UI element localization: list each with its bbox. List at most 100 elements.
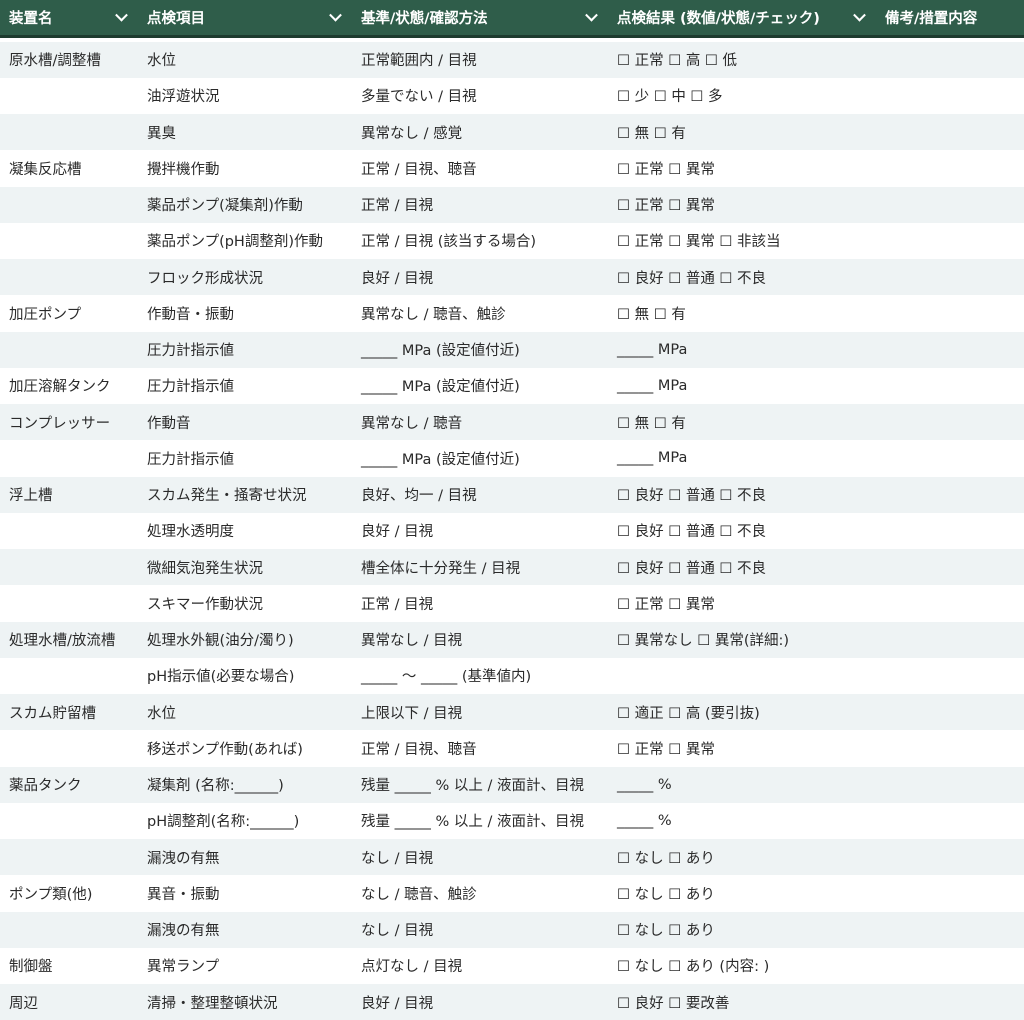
remarks-cell[interactable] xyxy=(876,78,1024,114)
remarks-cell[interactable] xyxy=(876,368,1024,404)
equipment-cell xyxy=(0,332,138,368)
result-cell: ☐ 正常 ☐ 異常 ☐ 非該当 xyxy=(617,234,781,251)
column-header-label: 点検結果 (数値/状態/チェック) xyxy=(617,10,820,27)
result-cell: ☐ なし ☐ あり xyxy=(617,886,715,903)
equipment-cell xyxy=(0,114,138,150)
column-header-label: 装置名 xyxy=(9,10,53,27)
table-row: 処理水透明度 良好 / 目視 ☐ 良好 ☐ 普通 ☐ 不良 xyxy=(0,512,1024,549)
criteria-cell: 槽全体に十分発生 / 目視 xyxy=(361,560,521,577)
column-header-result[interactable]: 点検結果 (数値/状態/チェック) xyxy=(608,0,876,38)
table-row: 周辺 清掃・整理整頓状況 良好 / 目視 ☐ 良好 ☐ 要改善 xyxy=(0,984,1024,1020)
result-cell: ☐ 無 ☐ 有 xyxy=(617,306,686,323)
remarks-cell[interactable] xyxy=(876,839,1024,875)
remarks-cell[interactable] xyxy=(876,477,1024,513)
inspection-item-cell: pH指示値(必要な場合) xyxy=(147,669,295,686)
remarks-cell[interactable] xyxy=(876,114,1024,150)
remarks-cell[interactable] xyxy=(876,42,1024,78)
table-row: 漏洩の有無 なし / 目視 ☐ なし ☐ あり xyxy=(0,911,1024,948)
remarks-cell[interactable] xyxy=(876,513,1024,549)
table-row: 薬品ポンプ(凝集剤)作動 正常 / 目視 ☐ 正常 ☐ 異常 xyxy=(0,186,1024,223)
result-cell: ☐ 正常 ☐ 異常 xyxy=(617,161,715,178)
criteria-cell: 良好 / 目視 xyxy=(361,270,434,287)
table-row: 加圧溶解タンク 圧力計指示値 _____ MPa (設定値付近) _____ MPa xyxy=(0,367,1024,404)
equipment-cell xyxy=(0,223,138,259)
column-header-equipment[interactable]: 装置名 xyxy=(0,0,138,38)
criteria-cell: 点灯なし / 目視 xyxy=(361,959,463,976)
remarks-cell[interactable] xyxy=(876,295,1024,331)
remarks-cell[interactable] xyxy=(876,259,1024,295)
table-row: 制御盤 異常ランプ 点灯なし / 目視 ☐ なし ☐ あり (内容: ) xyxy=(0,947,1024,984)
column-header-label: 備考/措置内容 xyxy=(885,10,978,27)
remarks-cell[interactable] xyxy=(876,948,1024,984)
equipment-cell: 浮上槽 xyxy=(9,488,53,505)
criteria-cell: 異常なし / 聴音 xyxy=(361,415,463,432)
equipment-cell: 処理水槽/放流槽 xyxy=(9,633,116,650)
table-row: pH調整剤(名称:______) 残量 _____ % 以上 / 液面計、目視 __… xyxy=(0,802,1024,839)
criteria-cell: 正常範囲内 / 目視 xyxy=(361,53,477,70)
remarks-cell[interactable] xyxy=(876,912,1024,948)
chevron-down-icon[interactable] xyxy=(115,9,128,22)
remarks-cell[interactable] xyxy=(876,187,1024,223)
remarks-cell[interactable] xyxy=(876,767,1024,803)
remarks-cell[interactable] xyxy=(876,984,1024,1020)
equipment-cell xyxy=(0,78,138,114)
column-header-remarks[interactable]: 備考/措置内容 xyxy=(876,0,1024,38)
remarks-cell[interactable] xyxy=(876,332,1024,368)
table-row: 薬品ポンプ(pH調整剤)作動 正常 / 目視 (該当する場合) ☐ 正常 ☐ 異常 … xyxy=(0,222,1024,259)
inspection-item-cell: 異臭 xyxy=(147,125,176,142)
inspection-item-cell: 水位 xyxy=(147,705,176,722)
table-body: 原水槽/調整槽 水位 正常範囲内 / 目視 ☐ 正常 ☐ 高 ☐ 低油浮遊状況 多量でな… xyxy=(0,36,1024,1020)
result-cell: ☐ 良好 ☐ 普通 ☐ 不良 xyxy=(617,560,767,577)
inspection-item-cell: 処理水透明度 xyxy=(147,524,234,541)
result-cell: ☐ 少 ☐ 中 ☐ 多 xyxy=(617,89,723,106)
chevron-down-icon[interactable] xyxy=(853,9,866,22)
remarks-cell[interactable] xyxy=(876,694,1024,730)
result-cell: ☐ 正常 ☐ 異常 xyxy=(617,596,715,613)
remarks-cell[interactable] xyxy=(876,875,1024,911)
inspection-item-cell: 薬品ポンプ(pH調整剤)作動 xyxy=(147,234,323,251)
equipment-cell: 原水槽/調整槽 xyxy=(9,53,101,70)
equipment-cell xyxy=(0,259,138,295)
equipment-cell: ポンプ類(他) xyxy=(9,886,93,903)
equipment-cell xyxy=(0,730,138,766)
table-row: 凝集反応槽 攪拌機作動 正常 / 目視、聴音 ☐ 正常 ☐ 異常 xyxy=(0,150,1024,187)
inspection-item-cell: スキマー作動状況 xyxy=(147,596,263,613)
inspection-item-cell: 作動音・振動 xyxy=(147,306,234,323)
criteria-cell: _____ MPa (設定値付近) xyxy=(361,451,520,468)
equipment-cell xyxy=(0,839,138,875)
remarks-cell[interactable] xyxy=(876,404,1024,440)
remarks-cell[interactable] xyxy=(876,658,1024,694)
remarks-cell[interactable] xyxy=(876,549,1024,585)
table-row: ポンプ類(他) 異音・振動 なし / 聴音、触診 ☐ なし ☐ あり xyxy=(0,875,1024,912)
criteria-cell: 正常 / 目視 xyxy=(361,596,434,613)
chevron-down-icon[interactable] xyxy=(585,9,598,22)
criteria-cell: 残量 _____ % 以上 / 液面計、目視 xyxy=(361,778,584,795)
remarks-cell[interactable] xyxy=(876,223,1024,259)
inspection-item-cell: 漏洩の有無 xyxy=(147,923,220,940)
result-cell: ☐ 正常 ☐ 異常 xyxy=(617,198,715,215)
remarks-cell[interactable] xyxy=(876,730,1024,766)
remarks-cell[interactable] xyxy=(876,622,1024,658)
criteria-cell: 上限以下 / 目視 xyxy=(361,705,463,722)
table-row: 加圧ポンプ 作動音・振動 異常なし / 聴音、触診 ☐ 無 ☐ 有 xyxy=(0,295,1024,332)
criteria-cell: 残量 _____ % 以上 / 液面計、目視 xyxy=(361,814,584,831)
column-header-inspection-item[interactable]: 点検項目 xyxy=(138,0,352,38)
remarks-cell[interactable] xyxy=(876,150,1024,186)
result-cell: _____ % xyxy=(617,776,672,793)
inspection-item-cell: 異音・振動 xyxy=(147,886,220,903)
remarks-cell[interactable] xyxy=(876,440,1024,476)
remarks-cell[interactable] xyxy=(876,585,1024,621)
result-cell: ☐ 正常 ☐ 高 ☐ 低 xyxy=(617,53,738,70)
remarks-cell[interactable] xyxy=(876,803,1024,839)
table-row: 浮上槽 スカム発生・掻寄せ状況 良好、均一 / 目視 ☐ 良好 ☐ 普通 ☐ 不良 xyxy=(0,476,1024,513)
table-row: 微細気泡発生状況 槽全体に十分発生 / 目視 ☐ 良好 ☐ 普通 ☐ 不良 xyxy=(0,549,1024,586)
column-header-criteria[interactable]: 基準/状態/確認方法 xyxy=(352,0,608,38)
equipment-cell: 制御盤 xyxy=(9,959,53,976)
table-row: スキマー作動状況 正常 / 目視 ☐ 正常 ☐ 異常 xyxy=(0,585,1024,622)
equipment-cell: 加圧溶解タンク xyxy=(9,379,111,396)
equipment-cell: 周辺 xyxy=(9,995,38,1012)
inspection-item-cell: 異常ランプ xyxy=(147,959,220,976)
chevron-down-icon[interactable] xyxy=(329,9,342,22)
column-header-label: 点検項目 xyxy=(147,10,205,27)
result-cell: ☐ 適正 ☐ 高 (要引抜) xyxy=(617,705,760,722)
